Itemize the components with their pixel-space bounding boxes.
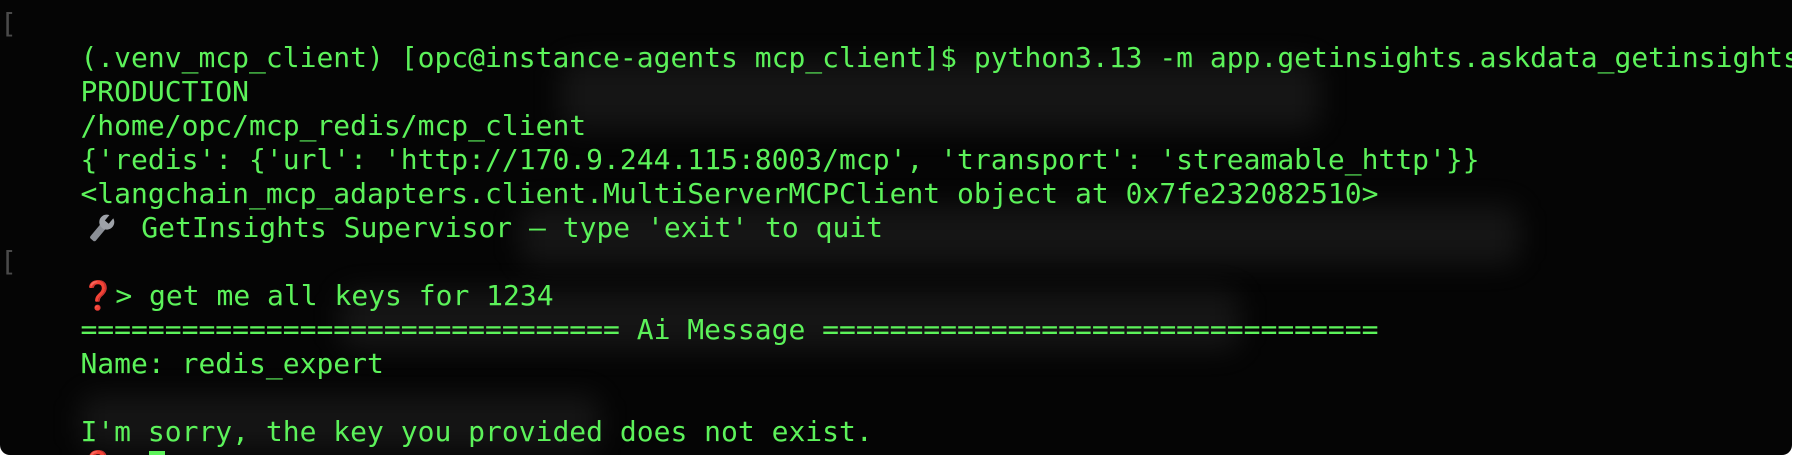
terminal-line-prompt-empty[interactable]: ❓> [0, 415, 1792, 455]
terminal-line-env: PRODUCTION [0, 41, 1792, 108]
terminal-line-name: Name: redis_expert [0, 313, 1792, 380]
terminal-line-separator: ================================ Ai Mess… [0, 279, 1792, 346]
terminal-line-config: {'redis': {'url': 'http://170.9.244.115:… [0, 109, 1792, 176]
terminal-line-client-object: <langchain_mcp_adapters.client.MultiServ… [0, 143, 1792, 210]
line-mark: [ [0, 245, 17, 278]
prompt-empty-text: > [115, 449, 149, 455]
text-cursor[interactable] [149, 451, 166, 455]
terminal-window[interactable]: [(.venv_mcp_client) [opc@instance-agents… [0, 0, 1792, 455]
terminal-line-banner: GetInsights Supervisor — type 'exit' to … [0, 177, 1792, 244]
terminal-line-path: /home/opc/mcp_redis/mcp_client [0, 75, 1792, 142]
question-mark-icon: ❓ [80, 449, 115, 455]
terminal-line-command: [(.venv_mcp_client) [opc@instance-agents… [0, 7, 1792, 74]
line-mark: [ [0, 7, 17, 40]
terminal-line-prompt-input: [❓> get me all keys for 1234 [0, 245, 1792, 312]
terminal-line-reply: I'm sorry, the key you provided does not… [0, 381, 1792, 448]
